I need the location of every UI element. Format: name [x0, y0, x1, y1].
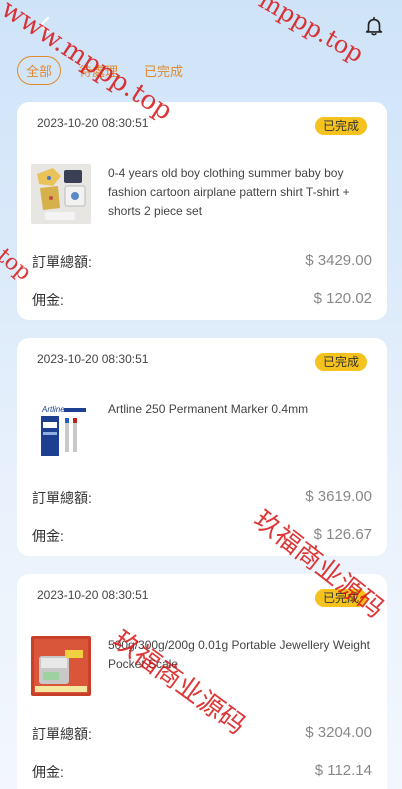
status-badge: 已完成 [314, 589, 367, 607]
commission-label: 佣金: [32, 292, 64, 308]
top-bar [0, 0, 402, 52]
tab-completed[interactable]: 已完成 [136, 56, 191, 85]
commission-row: 佣金: $ 126.67 [32, 526, 372, 546]
order-date: 2023-10-20 08:30:51 [37, 352, 149, 366]
back-arrow-icon[interactable] [36, 16, 54, 34]
order-date: 2023-10-20 08:30:51 [37, 588, 149, 602]
order-total-label: 訂單總額: [32, 726, 92, 742]
commission-value: $ 126.67 [313, 526, 372, 543]
status-badge: 已完成 [314, 353, 367, 371]
order-card[interactable]: 2023-10-20 08:30:51 已完成 Artline Artline … [17, 338, 387, 556]
product-name[interactable]: Artline 250 Permanent Marker 0.4mm [108, 400, 373, 419]
product-image: Artline [31, 400, 91, 460]
product-image [31, 164, 91, 224]
order-total-label: 訂單總額: [32, 254, 92, 270]
order-date: 2023-10-20 08:30:51 [37, 116, 149, 130]
status-badge: 已完成 [314, 117, 367, 135]
order-card[interactable]: 2023-10-20 08:30:51 已完成 0-4 years old bo… [17, 102, 387, 320]
svg-text:Artline: Artline [41, 405, 65, 414]
commission-row: 佣金: $ 112.14 [32, 762, 372, 782]
product-image [31, 636, 91, 696]
order-card[interactable]: 2023-10-20 08:30:51 已完成 500g/300g/200g 0… [17, 574, 387, 789]
tab-pending[interactable]: 待處理 [71, 56, 126, 85]
order-total-row: 訂單總額: $ 3429.00 [32, 252, 372, 272]
order-total-value: $ 3429.00 [305, 252, 372, 269]
commission-label: 佣金: [32, 528, 64, 544]
order-total-value: $ 3204.00 [305, 724, 372, 741]
order-total-row: 訂單總額: $ 3619.00 [32, 488, 372, 508]
status-tabs: 全部 待處理 已完成 [17, 55, 191, 85]
product-name[interactable]: 0-4 years old boy clothing summer baby b… [108, 164, 373, 221]
commission-value: $ 120.02 [313, 290, 372, 307]
product-name[interactable]: 500g/300g/200g 0.01g Portable Jewellery … [108, 636, 373, 674]
bell-icon[interactable] [363, 15, 385, 37]
order-total-row: 訂單總額: $ 3204.00 [32, 724, 372, 744]
commission-row: 佣金: $ 120.02 [32, 290, 372, 310]
commission-value: $ 112.14 [314, 762, 372, 779]
order-total-value: $ 3619.00 [305, 488, 372, 505]
commission-label: 佣金: [32, 764, 64, 780]
order-total-label: 訂單總額: [32, 490, 92, 506]
tab-all[interactable]: 全部 [17, 55, 62, 85]
